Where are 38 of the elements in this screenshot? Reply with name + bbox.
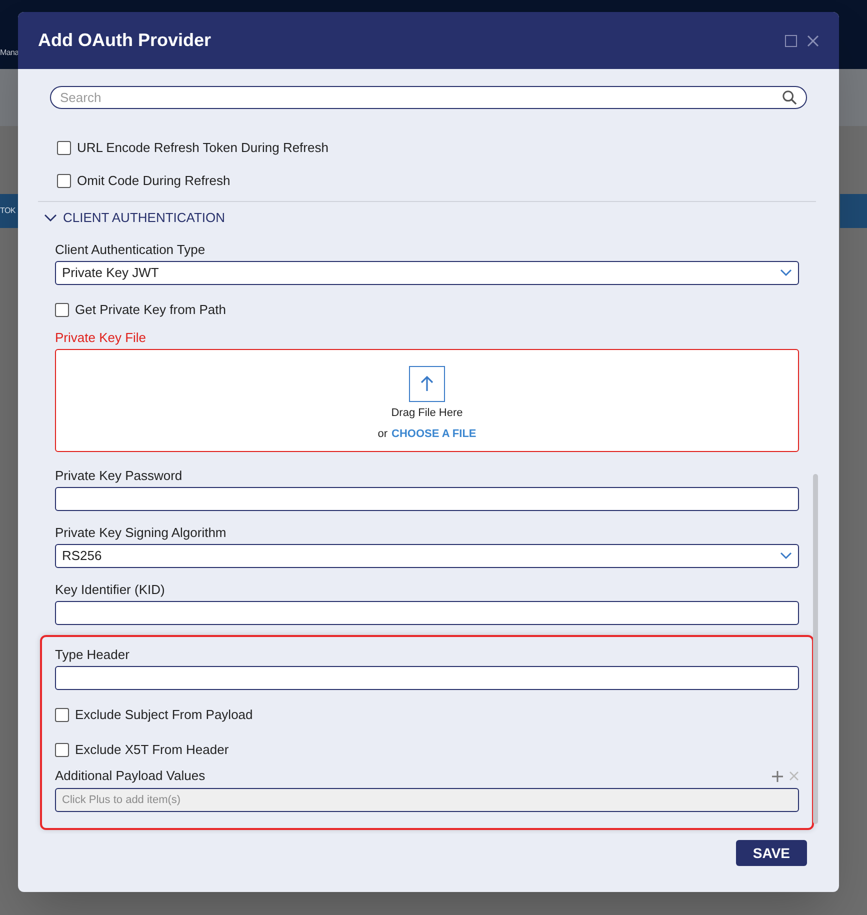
tab-background xyxy=(840,194,867,228)
maximize-icon[interactable] xyxy=(785,34,797,46)
field-label: Private Key Password xyxy=(55,468,184,484)
checkbox[interactable] xyxy=(55,742,69,756)
field-label: Type Header xyxy=(55,647,130,663)
checkbox-label: URL Encode Refresh Token During Refresh xyxy=(77,138,328,157)
search-icon[interactable] xyxy=(782,90,797,105)
drop-zone[interactable]: Drag File Here or CHOOSE A FILE xyxy=(55,349,799,452)
or-text: or xyxy=(378,427,388,441)
window-title: Add OAuth Provider xyxy=(38,29,212,52)
plus-icon[interactable] xyxy=(772,770,783,782)
checkbox-label: Exclude Subject From Payload xyxy=(75,706,253,724)
section-header[interactable]: CLIENT AUTHENTICATION xyxy=(44,202,799,234)
scrollbar[interactable] xyxy=(813,474,818,824)
input-field[interactable] xyxy=(55,666,799,690)
checkbox[interactable] xyxy=(57,140,71,154)
checkbox[interactable] xyxy=(55,302,69,316)
select-field[interactable]: RS256 xyxy=(55,544,799,568)
input-field[interactable] xyxy=(55,601,799,625)
checkbox-label: Get Private Key from Path xyxy=(75,300,226,319)
save-button[interactable]: SAVE xyxy=(736,840,807,866)
field-label: Client Authentication Type xyxy=(55,242,206,258)
field-label: Private Key File xyxy=(55,330,148,346)
select-field[interactable]: Private Key JWT xyxy=(55,261,799,285)
chevron-down-icon[interactable] xyxy=(44,214,57,222)
checkbox[interactable] xyxy=(55,708,69,722)
close-icon[interactable] xyxy=(807,34,819,46)
field-label: Private Key Signing Algorithm xyxy=(55,525,228,541)
drop-hint: Drag File Here xyxy=(391,406,463,420)
search-field[interactable]: Search xyxy=(50,86,807,109)
field-label: Key Identifier (KID) xyxy=(55,582,166,598)
choose-file-link[interactable]: CHOOSE A FILE xyxy=(392,427,476,441)
checkbox-label: Exclude X5T From Header xyxy=(75,740,229,759)
checkbox-label: Omit Code During Refresh xyxy=(77,172,230,190)
checkbox[interactable] xyxy=(57,174,71,188)
field-label: Additional Payload Values xyxy=(55,768,206,784)
input-field[interactable] xyxy=(55,487,799,511)
search-input[interactable]: Search xyxy=(60,88,782,108)
